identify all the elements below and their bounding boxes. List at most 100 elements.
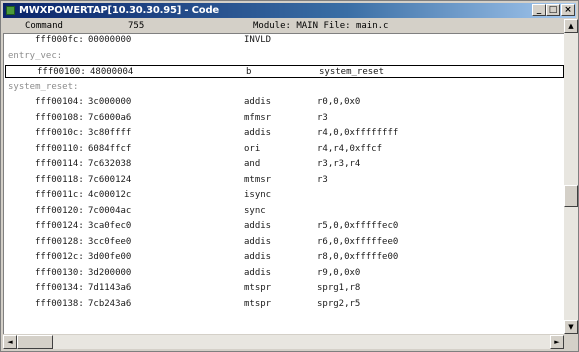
address-cell: fff00120: bbox=[35, 205, 84, 216]
address-cell: fff00138: bbox=[35, 298, 84, 309]
opcode-cell: 3d00fe00 bbox=[88, 252, 132, 262]
opcode-cell: 3c000000 bbox=[88, 97, 132, 107]
address-cell: fff00110: bbox=[35, 143, 84, 154]
opcode-cell: 7c632038 bbox=[88, 159, 132, 169]
mnemonic-cell: addis bbox=[244, 97, 272, 107]
opcode-cell: 3d200000 bbox=[88, 267, 132, 278]
address-cell: fff00100: bbox=[37, 67, 86, 77]
mnemonic-cell: sync bbox=[244, 205, 266, 216]
opcode-cell: 00000000 bbox=[88, 35, 132, 45]
opcode-cell: 7c600124 bbox=[88, 174, 132, 185]
mnemonic-cell: mtmsr bbox=[244, 174, 272, 185]
mnemonic-cell: mfmsr bbox=[244, 112, 272, 123]
operands-cell: r3 bbox=[317, 174, 328, 185]
operands-cell: r8,0,0xfffffe00 bbox=[317, 252, 399, 262]
horizontal-scrollbar[interactable]: ◄ ► bbox=[3, 335, 564, 349]
code-row[interactable]: fff00110: 6084ffcf ori r4,r4,0xffcf bbox=[4, 143, 565, 156]
mnemonic-cell: addis bbox=[244, 128, 272, 138]
opcode-cell: 3cc0fee0 bbox=[88, 236, 132, 247]
code-row[interactable]: fff00138: 7cb243a6 mtspr sprg2,r5 bbox=[4, 298, 565, 311]
mnemonic-cell: addis bbox=[244, 221, 272, 231]
code-row[interactable]: fff0011c: 4c00012c isync bbox=[4, 189, 565, 202]
mnemonic-cell: isync bbox=[244, 190, 272, 200]
code-row[interactable]: fff00118: 7c600124 mtmsr r3 bbox=[4, 174, 565, 187]
vertical-scroll-thumb[interactable] bbox=[564, 185, 578, 207]
address-cell: fff00114: bbox=[35, 159, 84, 169]
code-row[interactable]: fff00124: 3ca0fec0 addis r5,0,0xfffffec0 bbox=[4, 220, 565, 233]
horizontal-scroll-thumb[interactable] bbox=[17, 335, 53, 349]
opcode-cell: 7cb243a6 bbox=[88, 298, 132, 309]
code-row[interactable]: fff000fc: 00000000 INVLD bbox=[4, 34, 565, 47]
opcode-cell: 6084ffcf bbox=[88, 143, 132, 154]
operands-cell: r6,0,0xfffffee0 bbox=[317, 236, 399, 247]
vertical-scrollbar[interactable]: ▲ ▼ bbox=[564, 19, 578, 334]
operands-cell: r4,r4,0xffcf bbox=[317, 143, 383, 154]
address-cell: fff00108: bbox=[35, 112, 84, 123]
mnemonic-cell: mtspr bbox=[244, 283, 272, 293]
mnemonic-cell: addis bbox=[244, 252, 272, 262]
mnemonic-cell: addis bbox=[244, 236, 272, 247]
module-file-info: Module: MAIN File: main.c bbox=[253, 21, 389, 31]
title-bar[interactable]: MWXPOWERTAP[10.30.30.95] - Code _ □ × bbox=[3, 3, 576, 18]
command-header: Command 755 Module: MAIN File: main.c bbox=[3, 19, 564, 34]
mnemonic-cell: mtspr bbox=[244, 298, 272, 309]
code-row[interactable]: fff00108: 7c6000a6 mfmsr r3 bbox=[4, 112, 565, 125]
scroll-down-icon[interactable]: ▼ bbox=[564, 320, 578, 334]
code-row[interactable]: fff00114: 7c632038 and r3,r3,r4 bbox=[4, 158, 565, 171]
code-row[interactable]: fff0012c: 3d00fe00 addis r8,0,0xfffffe00 bbox=[4, 251, 565, 264]
scroll-right-icon[interactable]: ► bbox=[550, 335, 564, 349]
operands-cell: r4,0,0xffffffff bbox=[317, 128, 399, 138]
address-cell: fff00104: bbox=[35, 97, 84, 107]
opcode-cell: 3c80ffff bbox=[88, 128, 132, 138]
operands-cell: r5,0,0xfffffec0 bbox=[317, 221, 399, 231]
mnemonic-cell: INVLD bbox=[244, 35, 272, 45]
app-icon bbox=[6, 6, 15, 15]
minimize-button[interactable]: _ bbox=[532, 4, 546, 16]
opcode-cell: 7d1143a6 bbox=[88, 283, 132, 293]
address-cell: fff0010c: bbox=[35, 128, 84, 138]
code-row[interactable]: fff00100: 48000004 b system_reset bbox=[5, 65, 564, 78]
address-cell: fff00128: bbox=[35, 236, 84, 247]
code-row[interactable]: fff00120: 7c0004ac sync bbox=[4, 205, 565, 218]
address-cell: fff00124: bbox=[35, 221, 84, 231]
opcode-cell: 4c00012c bbox=[88, 190, 132, 200]
operands-cell: system_reset bbox=[319, 67, 385, 77]
code-row[interactable]: fff00104: 3c000000 addis r0,0,0x0 bbox=[4, 96, 565, 109]
address-cell: fff00130: bbox=[35, 267, 84, 278]
operands-cell: sprg2,r5 bbox=[317, 298, 361, 309]
operands-cell: r3 bbox=[317, 112, 328, 123]
code-label: entry_vec: bbox=[8, 50, 63, 61]
code-window: MWXPOWERTAP[10.30.30.95] - Code _ □ × Co… bbox=[0, 0, 579, 352]
address-cell: fff00134: bbox=[35, 283, 84, 293]
address-cell: fff000fc: bbox=[35, 35, 84, 45]
scroll-left-icon[interactable]: ◄ bbox=[3, 335, 17, 349]
mnemonic-cell: b bbox=[246, 67, 252, 77]
window-title: MWXPOWERTAP[10.30.30.95] - Code bbox=[19, 5, 220, 16]
close-button[interactable]: × bbox=[561, 4, 575, 16]
code-row[interactable]: fff0010c: 3c80ffff addis r4,0,0xffffffff bbox=[4, 127, 565, 140]
code-label-row[interactable]: system_reset: bbox=[4, 81, 565, 94]
address-cell: fff0011c: bbox=[35, 190, 84, 200]
mnemonic-cell: ori bbox=[244, 143, 261, 154]
opcode-cell: 48000004 bbox=[90, 67, 134, 77]
line-count: 755 bbox=[128, 21, 145, 31]
code-row[interactable]: fff00130: 3d200000 addis r9,0,0x0 bbox=[4, 267, 565, 280]
operands-cell: r9,0,0x0 bbox=[317, 267, 361, 278]
code-listing[interactable]: fff000fc: 00000000 INVLD entry_vec: fff00100… bbox=[3, 34, 565, 334]
mnemonic-cell: and bbox=[244, 159, 261, 169]
scroll-up-icon[interactable]: ▲ bbox=[564, 19, 578, 33]
opcode-cell: 7c6000a6 bbox=[88, 112, 132, 123]
code-label: system_reset: bbox=[8, 81, 79, 92]
code-row[interactable]: fff00128: 3cc0fee0 addis r6,0,0xfffffee0 bbox=[4, 236, 565, 249]
code-label-row[interactable]: entry_vec: bbox=[4, 50, 565, 63]
opcode-cell: 3ca0fec0 bbox=[88, 221, 132, 231]
opcode-cell: 7c0004ac bbox=[88, 205, 132, 216]
mnemonic-cell: addis bbox=[244, 267, 272, 278]
address-cell: fff0012c: bbox=[35, 252, 84, 262]
scroll-corner bbox=[564, 335, 578, 349]
operands-cell: r3,r3,r4 bbox=[317, 159, 361, 169]
maximize-button[interactable]: □ bbox=[546, 4, 560, 16]
command-label[interactable]: Command bbox=[25, 19, 63, 33]
code-row[interactable]: fff00134: 7d1143a6 mtspr sprg1,r8 bbox=[4, 282, 565, 295]
address-cell: fff00118: bbox=[35, 174, 84, 185]
